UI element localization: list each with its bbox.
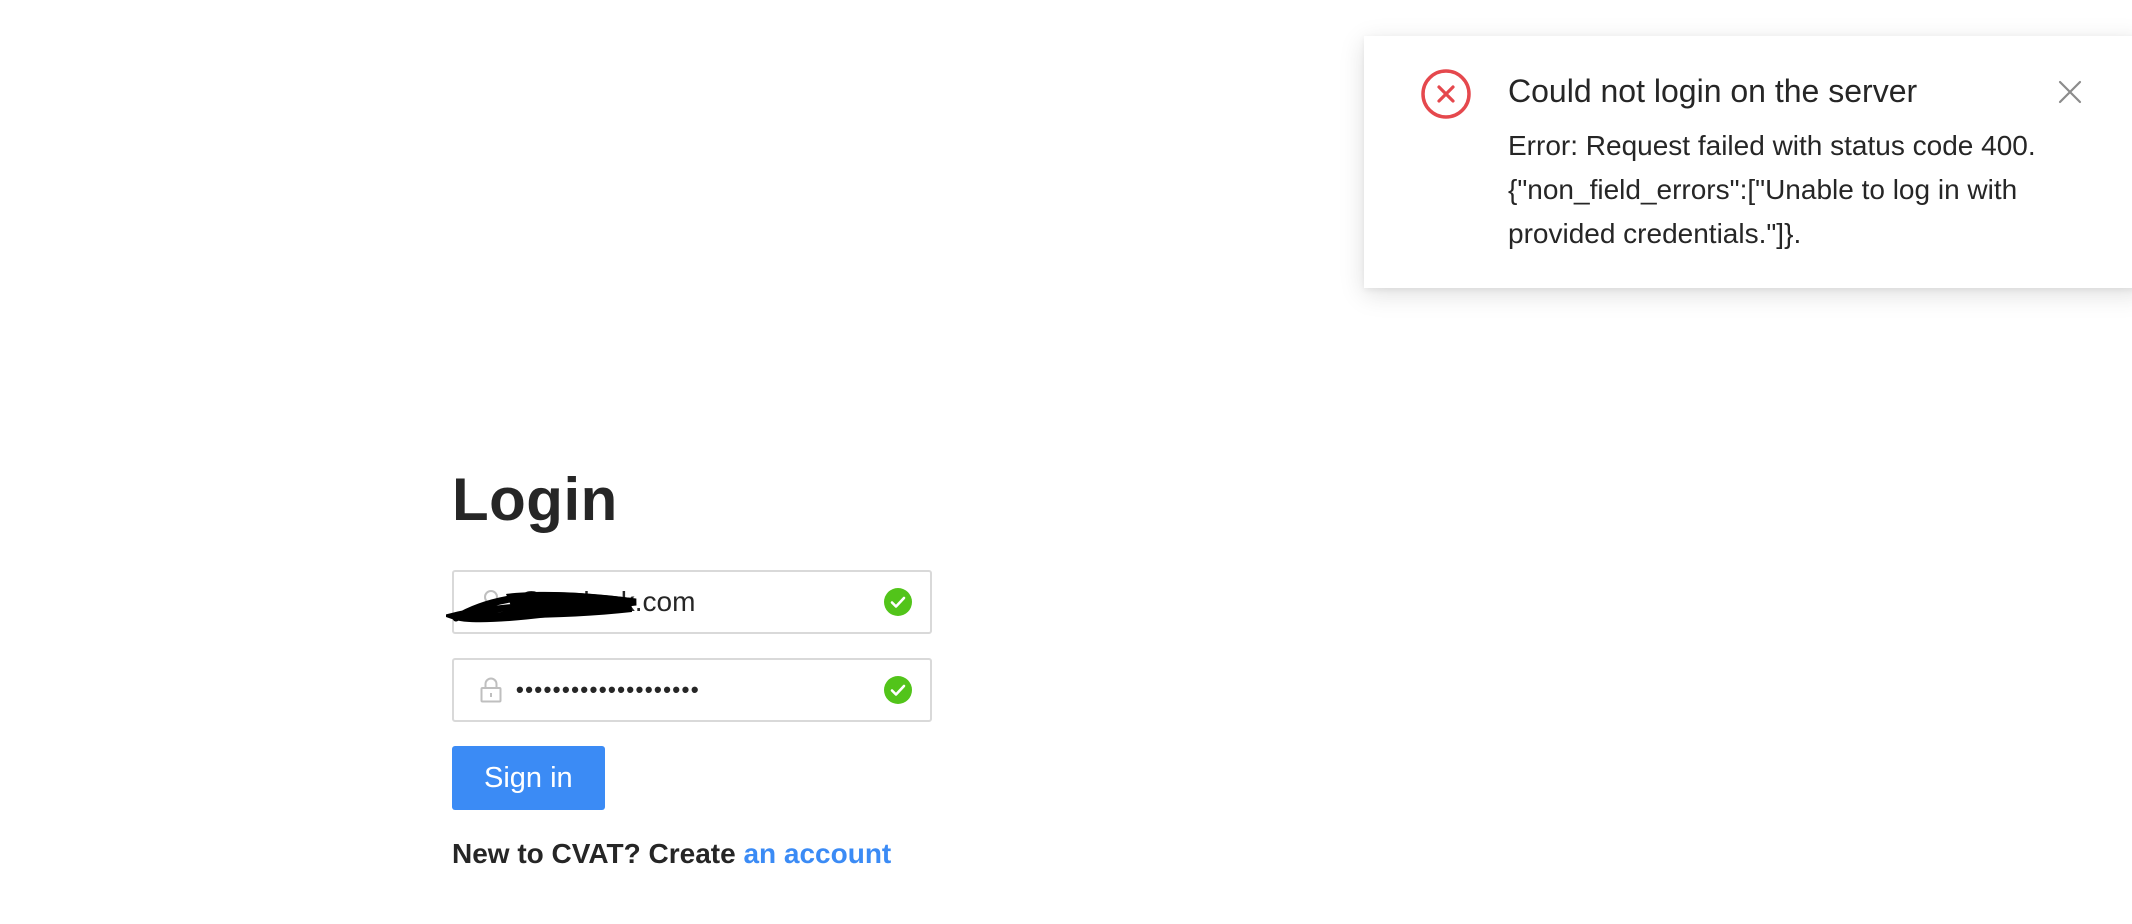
notification-body-line: {"non_field_errors":["Unable to log in w… (1508, 174, 2018, 205)
notification-body-line: Error: Request failed with status code 4… (1508, 130, 2036, 161)
close-circle-icon (1421, 69, 1471, 119)
signup-text: New to CVAT? Create (452, 838, 744, 869)
lock-icon (476, 675, 506, 705)
user-icon (476, 587, 506, 617)
username-field[interactable] (446, 570, 932, 634)
error-notification: Could not login on the server Error: Req… (1364, 36, 2132, 288)
signup-prompt: New to CVAT? Create an account (452, 838, 932, 870)
page-title: Login (452, 466, 618, 533)
notification-body: Error: Request failed with status code 4… (1508, 124, 2098, 256)
password-field[interactable] (452, 658, 932, 722)
username-input[interactable] (506, 572, 884, 632)
sign-in-button[interactable]: Sign in (452, 746, 605, 810)
notification-body-line: provided credentials."]}. (1508, 218, 1802, 249)
login-page: Login @outlook.com •••••••••••••••••••• … (0, 0, 2132, 924)
notification-title: Could not login on the server (1508, 73, 1918, 109)
login-form: Login @outlook.com •••••••••••••••••••• … (446, 460, 932, 870)
check-circle-icon (884, 676, 912, 704)
close-icon[interactable] (2056, 78, 2084, 106)
password-input[interactable] (506, 660, 884, 720)
check-circle-icon (884, 588, 912, 616)
create-account-link[interactable]: an account (743, 838, 891, 869)
